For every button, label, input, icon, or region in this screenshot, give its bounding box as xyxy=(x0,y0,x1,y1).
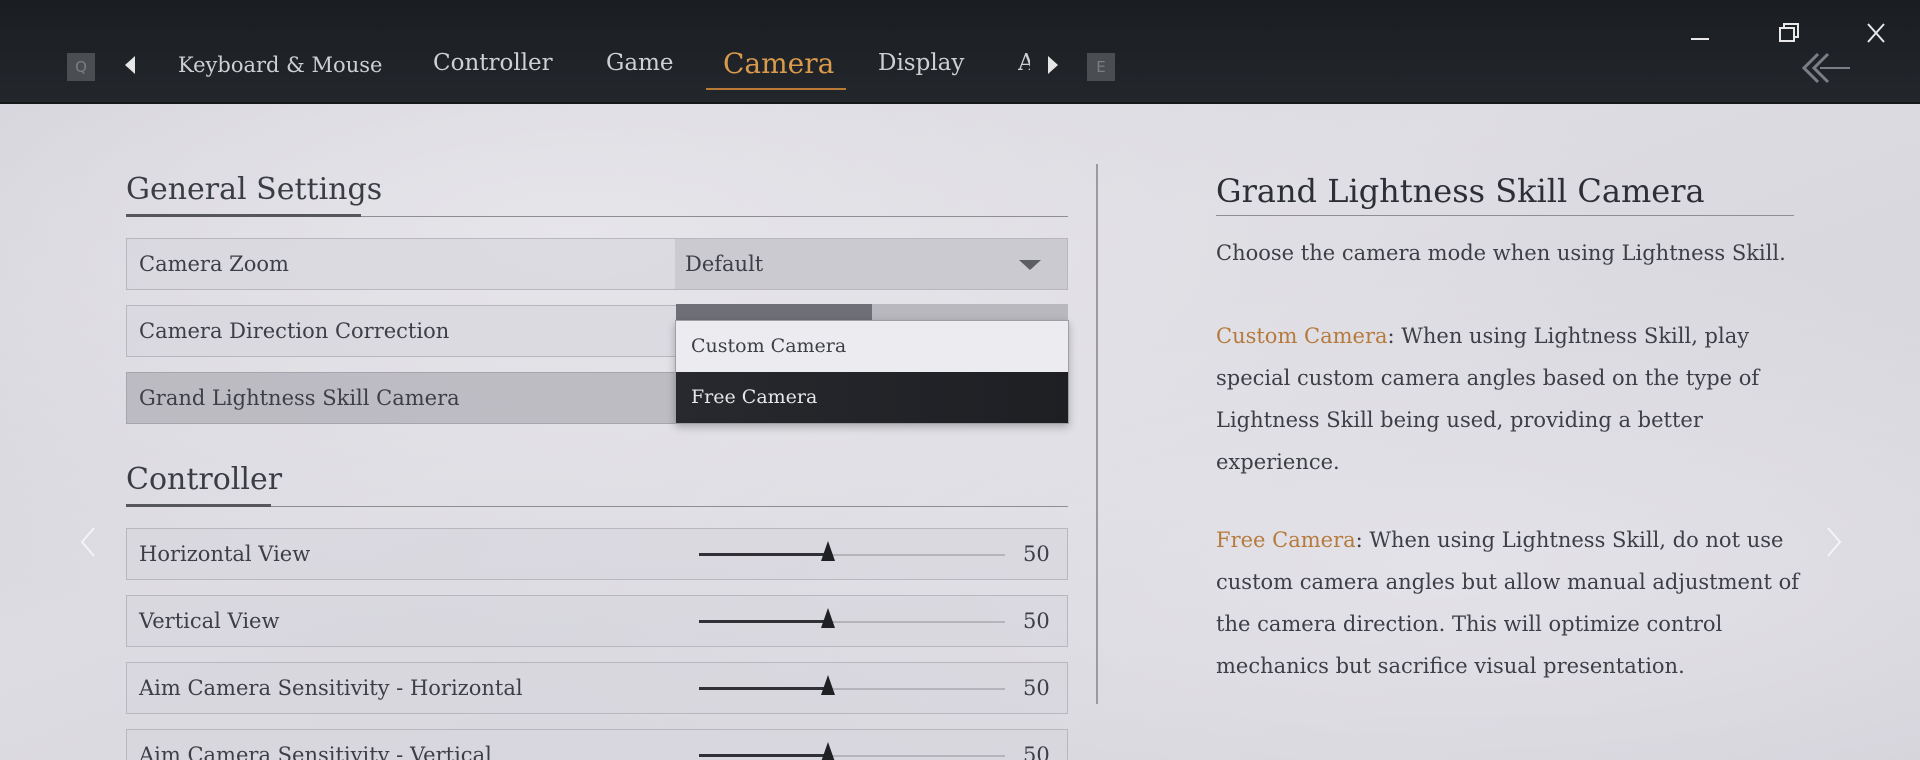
slider-thumb[interactable] xyxy=(821,675,835,695)
slider-thumb[interactable] xyxy=(821,608,835,628)
slider-thumb[interactable] xyxy=(821,541,835,561)
slider-fill xyxy=(699,687,828,690)
tab-game[interactable]: Game xyxy=(606,50,674,86)
active-tab-underline xyxy=(706,88,846,90)
top-navigation-bar: Q Keyboard & Mouse Controller Game Camer… xyxy=(0,0,1920,104)
setting-row-camera-zoom[interactable]: Camera Zoom Default xyxy=(126,238,1068,290)
tab-keyboard-mouse[interactable]: Keyboard & Mouse xyxy=(178,53,382,89)
camera-mode-dropdown[interactable]: Custom Camera Free Camera xyxy=(675,320,1069,424)
tab-display[interactable]: Display xyxy=(878,50,964,86)
setting-label: Grand Lightness Skill Camera xyxy=(139,386,460,410)
dropdown-option-free-camera[interactable]: Free Camera xyxy=(676,372,1068,423)
dropdown-header xyxy=(676,304,1068,320)
e-key-hint: E xyxy=(1087,53,1115,81)
section-rule-accent xyxy=(126,504,271,507)
slider-fill xyxy=(699,754,828,757)
setting-row-slider[interactable]: Aim Camera Sensitivity - Vertical 50 xyxy=(126,729,1068,760)
close-icon[interactable] xyxy=(1856,18,1896,50)
setting-row-slider[interactable]: Vertical View 50 xyxy=(126,595,1068,647)
chevron-left-icon[interactable] xyxy=(76,524,100,560)
tab-partial[interactable]: A xyxy=(1018,50,1030,86)
setting-row-slider[interactable]: Aim Camera Sensitivity - Horizontal 50 xyxy=(126,662,1068,714)
camera-zoom-select[interactable]: Default xyxy=(675,239,1067,289)
chevron-right-icon[interactable] xyxy=(1822,524,1846,560)
chevron-down-icon xyxy=(1019,260,1041,270)
tab-camera[interactable]: Camera xyxy=(723,47,834,83)
setting-label: Camera Direction Correction xyxy=(139,319,450,343)
tab-next-arrow-icon[interactable] xyxy=(1048,56,1058,74)
slider-thumb[interactable] xyxy=(821,742,835,760)
section-rule-accent xyxy=(126,214,361,217)
setting-row-slider[interactable]: Horizontal View 50 xyxy=(126,528,1068,580)
tab-prev-arrow-icon[interactable] xyxy=(125,56,135,74)
info-intro: Choose the camera mode when using Lightn… xyxy=(1216,241,1786,265)
slider-value: 50 xyxy=(1023,676,1050,700)
q-key-hint: Q xyxy=(67,53,95,81)
panel-divider xyxy=(1096,164,1098,704)
general-settings-title: General Settings xyxy=(126,172,383,207)
tab-controller[interactable]: Controller xyxy=(433,50,553,86)
controller-title: Controller xyxy=(126,462,283,497)
info-rule xyxy=(1216,215,1794,216)
select-value: Default xyxy=(685,252,764,276)
restore-icon[interactable] xyxy=(1768,18,1808,50)
setting-label: Vertical View xyxy=(139,609,280,633)
slider-value: 50 xyxy=(1023,609,1050,633)
slider-value: 50 xyxy=(1023,743,1050,760)
slider-fill xyxy=(699,553,828,556)
slider-value: 50 xyxy=(1023,542,1050,566)
back-double-arrow-icon[interactable] xyxy=(1796,48,1852,88)
setting-label: Horizontal View xyxy=(139,542,311,566)
term-custom-camera: Custom Camera xyxy=(1216,324,1388,348)
setting-label: Aim Camera Sensitivity - Horizontal xyxy=(139,676,523,700)
setting-label: Camera Zoom xyxy=(139,252,289,276)
info-custom-camera: Custom Camera: When using Lightness Skil… xyxy=(1216,315,1806,483)
info-free-camera: Free Camera: When using Lightness Skill,… xyxy=(1216,519,1806,687)
term-free-camera: Free Camera xyxy=(1216,528,1356,552)
minimize-icon[interactable] xyxy=(1680,18,1720,50)
setting-label: Aim Camera Sensitivity - Vertical xyxy=(139,743,492,760)
slider-fill xyxy=(699,620,828,623)
info-title: Grand Lightness Skill Camera xyxy=(1216,172,1705,210)
dropdown-option-custom-camera[interactable]: Custom Camera xyxy=(676,321,1068,372)
